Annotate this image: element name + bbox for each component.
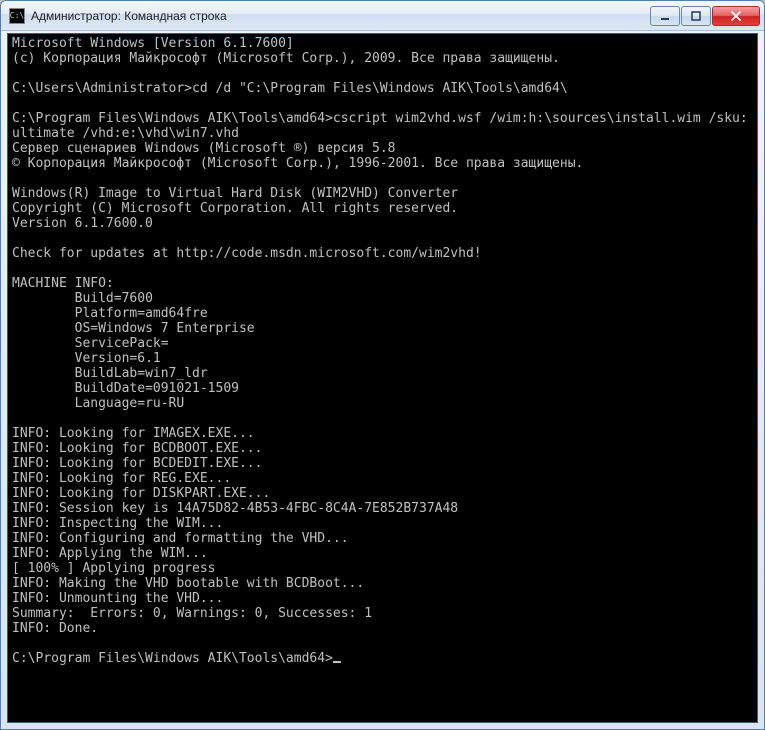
console-line: Language=ru-RU <box>12 396 184 411</box>
console-line: OS=Windows 7 Enterprise <box>12 321 255 336</box>
console-line: © Корпорация Майкрософт (Microsoft Corp.… <box>12 156 583 171</box>
console-line: INFO: Looking for BCDBOOT.EXE... <box>12 441 262 456</box>
console-line: INFO: Looking for DISKPART.EXE... <box>12 486 270 501</box>
maximize-button[interactable] <box>681 6 711 26</box>
console-line: Summary: Errors: 0, Warnings: 0, Success… <box>12 606 372 621</box>
window-controls <box>650 6 760 26</box>
console-line: Build=7600 <box>12 291 153 306</box>
app-icon: C:\ <box>9 8 25 24</box>
console-line: INFO: Looking for IMAGEX.EXE... <box>12 426 255 441</box>
console-line: INFO: Inspecting the WIM... <box>12 516 223 531</box>
console-line: [ 100% ] Applying progress <box>12 561 216 576</box>
console-line: INFO: Making the VHD bootable with BCDBo… <box>12 576 364 591</box>
console-line: Сервер сценариев Windows (Microsoft ®) в… <box>12 141 396 156</box>
console-line: MACHINE INFO: <box>12 276 114 291</box>
console-line: Version 6.1.7600.0 <box>12 216 153 231</box>
console-line: Version=6.1 <box>12 351 161 366</box>
console-line: C:\Program Files\Windows AIK\Tools\amd64… <box>12 111 748 141</box>
console-line: INFO: Session key is 14A75D82-4B53-4FBC-… <box>12 501 458 516</box>
titlebar[interactable]: C:\ Администратор: Командная строка <box>1 1 764 31</box>
console-line: INFO: Applying the WIM... <box>12 546 208 561</box>
console-line: ServicePack= <box>12 336 169 351</box>
console-line: Microsoft Windows [Version 6.1.7600] <box>12 36 294 51</box>
console-output[interactable]: Microsoft Windows [Version 6.1.7600] (c)… <box>8 34 757 722</box>
console-line: INFO: Done. <box>12 621 98 636</box>
console-line: Windows(R) Image to Virtual Hard Disk (W… <box>12 186 458 201</box>
minimize-icon <box>660 11 670 21</box>
maximize-icon <box>691 11 701 21</box>
close-button[interactable] <box>712 6 760 26</box>
minimize-button[interactable] <box>650 6 680 26</box>
window-title: Администратор: Командная строка <box>31 9 650 23</box>
console-line: INFO: Looking for BCDEDIT.EXE... <box>12 456 262 471</box>
close-icon <box>730 11 742 21</box>
console-line: INFO: Unmounting the VHD... <box>12 591 223 606</box>
console-line: Copyright (C) Microsoft Corporation. All… <box>12 201 458 216</box>
console-line: C:\Program Files\Windows AIK\Tools\amd64… <box>12 651 333 666</box>
console-line: INFO: Looking for REG.EXE... <box>12 471 231 486</box>
console-line: Platform=amd64fre <box>12 306 208 321</box>
console-line: BuildDate=091021-1509 <box>12 381 239 396</box>
command-prompt-window: C:\ Администратор: Командная строка Micr… <box>0 0 765 730</box>
console-line: C:\Users\Administrator>cd /d "C:\Program… <box>12 81 568 96</box>
console-line: BuildLab=win7_ldr <box>12 366 208 381</box>
cursor <box>333 661 341 663</box>
console-line: Check for updates at http://code.msdn.mi… <box>12 246 482 261</box>
console-line: INFO: Configuring and formatting the VHD… <box>12 531 349 546</box>
console-line: (c) Корпорация Майкрософт (Microsoft Cor… <box>12 51 560 66</box>
console-frame: Microsoft Windows [Version 6.1.7600] (c)… <box>7 33 758 723</box>
